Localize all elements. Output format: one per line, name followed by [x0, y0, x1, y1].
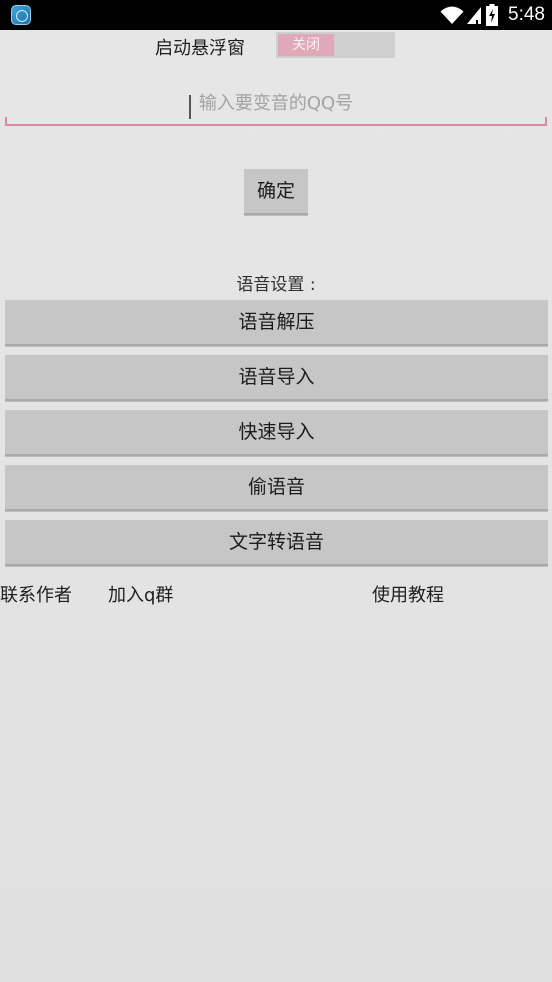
- input-underline-tick-left: [5, 117, 7, 126]
- battery-icon: [486, 4, 499, 26]
- voice-settings-title: 语音设置 :: [236, 275, 316, 295]
- confirm-button[interactable]: 确定: [244, 169, 308, 215]
- input-underline-tick-right: [545, 117, 547, 126]
- wifi-icon: [440, 6, 464, 24]
- tutorial-link[interactable]: 使用教程: [372, 581, 444, 607]
- text-cursor: [189, 95, 191, 119]
- status-time: 5:48: [508, 4, 545, 25]
- float-window-label: 启动悬浮窗: [155, 38, 245, 59]
- signal-icon: [467, 7, 482, 24]
- contact-author-link[interactable]: 联系作者: [0, 581, 72, 607]
- qq-number-input[interactable]: [5, 88, 547, 126]
- voice-decompress-button[interactable]: 语音解压: [5, 300, 548, 346]
- text-to-speech-button[interactable]: 文字转语音: [5, 520, 548, 566]
- toggle-thumb: 关闭: [278, 34, 334, 56]
- join-qq-group-link[interactable]: 加入q群: [108, 581, 173, 607]
- quick-import-button[interactable]: 快速导入: [5, 410, 548, 456]
- status-icons: 5:48: [440, 0, 552, 30]
- voice-import-button[interactable]: 语音导入: [5, 355, 548, 401]
- float-window-toggle[interactable]: 关闭: [276, 32, 395, 58]
- app-icon: [11, 5, 31, 25]
- status-bar: 5:48: [0, 0, 552, 30]
- steal-voice-button[interactable]: 偷语音: [5, 465, 548, 511]
